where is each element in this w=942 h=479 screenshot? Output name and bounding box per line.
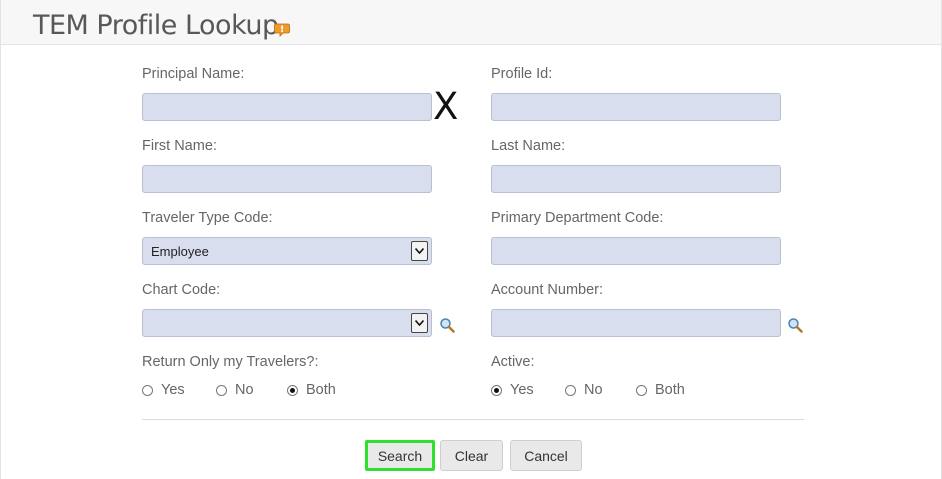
- radio-button[interactable]: [565, 385, 576, 396]
- last-name-label: Last Name:: [491, 138, 566, 154]
- first-name-field[interactable]: [142, 165, 432, 193]
- radio-button[interactable]: [216, 385, 227, 396]
- traveler-type-code-label: Traveler Type Code:: [142, 210, 273, 226]
- principal-name-label: Principal Name:: [142, 66, 245, 82]
- principal-name-input[interactable]: [143, 94, 431, 120]
- primary-department-code-input[interactable]: [492, 238, 780, 264]
- cancel-button[interactable]: Cancel: [510, 440, 582, 471]
- active-label: Active:: [491, 354, 535, 370]
- last-name-field[interactable]: [491, 165, 781, 193]
- chart-code-label: Chart Code:: [142, 282, 221, 298]
- account-number-label: Account Number:: [491, 282, 604, 298]
- traveler-type-code-value: Employee: [151, 244, 209, 259]
- search-button[interactable]: Search: [365, 440, 435, 471]
- profile-id-field[interactable]: [491, 93, 781, 121]
- principal-name-field[interactable]: [142, 93, 432, 121]
- dropdown-arrow-icon[interactable]: [411, 241, 428, 261]
- chart-code-select[interactable]: [142, 309, 432, 337]
- profile-id-label: Profile Id:: [491, 66, 553, 82]
- chart-code-lookup-icon[interactable]: [439, 317, 455, 333]
- clear-button[interactable]: Clear: [440, 440, 503, 471]
- radio-button[interactable]: [142, 385, 153, 396]
- overlay-x-mark: X: [433, 85, 459, 128]
- radio-button-selected[interactable]: [491, 385, 502, 396]
- radio-button[interactable]: [636, 385, 647, 396]
- page-title: TEM Profile Lookup: [33, 10, 279, 41]
- account-number-lookup-icon[interactable]: [787, 317, 803, 333]
- profile-id-input[interactable]: [492, 94, 780, 120]
- help-icon[interactable]: [274, 22, 290, 38]
- page-header: TEM Profile Lookup: [1, 0, 941, 45]
- last-name-input[interactable]: [492, 166, 780, 192]
- primary-department-code-label: Primary Department Code:: [491, 210, 664, 226]
- primary-department-code-field[interactable]: [491, 237, 781, 265]
- page: TEM Profile Lookup Principal Name: X Pro…: [0, 0, 942, 479]
- account-number-field[interactable]: [491, 309, 781, 337]
- return-only-my-travelers-label: Return Only my Travelers?:: [142, 354, 319, 370]
- radio-button-selected[interactable]: [287, 385, 298, 396]
- traveler-type-code-select[interactable]: Employee: [142, 237, 432, 265]
- divider: [142, 419, 804, 420]
- first-name-input[interactable]: [143, 166, 431, 192]
- first-name-label: First Name:: [142, 138, 217, 154]
- account-number-input[interactable]: [492, 310, 780, 336]
- dropdown-arrow-icon[interactable]: [411, 313, 428, 333]
